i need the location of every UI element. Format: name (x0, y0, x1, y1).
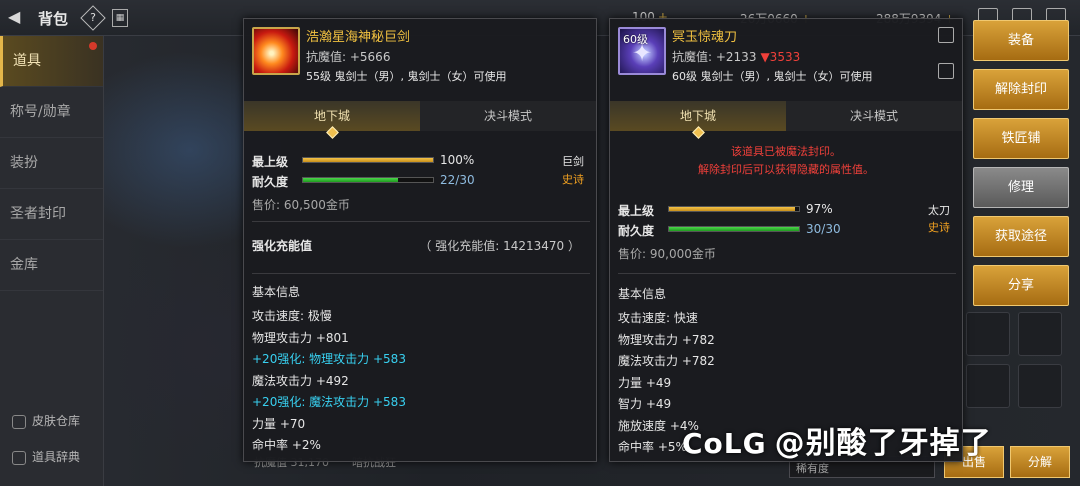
notification-dot (89, 42, 97, 50)
basic-info-heading: 基本信息 (618, 287, 667, 301)
durability-bar (668, 226, 800, 232)
inventory-slot[interactable] (1018, 312, 1062, 356)
book-icon (12, 450, 26, 465)
grade-percent: 100% (440, 153, 475, 167)
rarity-label: 史诗 (562, 173, 584, 186)
grade-label: 最上级 (618, 204, 655, 218)
sidebar-item-titles[interactable]: 称号/勋章 (0, 87, 103, 138)
divider (618, 273, 956, 274)
sidebar-item-items[interactable]: 道具 (0, 36, 103, 87)
stat-line: 魔法攻击力 +492 (252, 373, 349, 388)
colg-logo: CoLG (682, 427, 767, 460)
durability-label: 耐久度 (252, 175, 289, 189)
tab-pvp[interactable]: 决斗模式 (420, 101, 596, 131)
sell-price: 售价: 60,500金币 (252, 198, 350, 212)
item-requirement: 60级 鬼剑士（男）, 鬼剑士（女）可使用 (672, 70, 873, 83)
stat-line: 命中率 +5% (618, 440, 687, 454)
divider (252, 273, 590, 274)
tab-dungeon[interactable]: 地下城 (610, 101, 786, 139)
tab-indicator-icon (692, 126, 705, 139)
item-dictionary-link[interactable]: 道具辞典 (12, 448, 80, 465)
skin-storage-link[interactable]: 皮肤仓库 (12, 412, 80, 429)
tab-dungeon[interactable]: 地下城 (244, 101, 420, 139)
item-name: 冥玉惊魂刀 (672, 30, 738, 45)
basic-info-heading: 基本信息 (252, 285, 301, 299)
unseal-button[interactable]: 解除封印 (973, 69, 1069, 110)
stat-line: +20强化: 魔法攻击力 +583 (252, 395, 406, 409)
inventory-slot[interactable] (966, 312, 1010, 356)
blade-glyph-icon: ✦ (632, 39, 653, 67)
stat-line: 攻击速度: 快速 (618, 311, 698, 325)
item-actions: 装备 解除封印 铁匠铺 修理 获取途径 分享 (973, 20, 1069, 314)
wardrobe-icon (12, 414, 26, 429)
katana-icon: 60级 ✦ (618, 27, 666, 75)
durability-value: 30/30 (806, 222, 841, 236)
stat-line: 魔法攻击力 +782 (618, 354, 715, 368)
stat-line: 智力 +49 (618, 397, 672, 411)
equip-button[interactable]: 装备 (973, 20, 1069, 61)
stat-line: 命中率 +2% (252, 438, 321, 452)
watermark-text: @别酸了牙掉了 (774, 426, 992, 461)
weapon-type: 巨剑 (562, 155, 584, 168)
repair-button[interactable]: 修理 (973, 167, 1069, 208)
help-icon[interactable]: ? (80, 5, 106, 31)
grade-bar (668, 206, 800, 212)
obtain-source-button[interactable]: 获取途径 (973, 216, 1069, 257)
stat-line: 物理攻击力 +782 (618, 332, 715, 347)
tab-indicator-icon (326, 126, 339, 139)
seal-warning-line1: 该道具已被魔法封印。 (731, 145, 841, 158)
divider (252, 221, 590, 222)
magic-resist: 抗魔值: +5666 (306, 50, 391, 64)
sidebar-item-avatar[interactable]: 装扮 (0, 138, 103, 189)
share-button[interactable]: 分享 (973, 265, 1069, 306)
grade-label: 最上级 (252, 155, 289, 169)
item-tooltip-equipped: 浩瀚星海神秘巨剑 抗魔值: +5666 55级 鬼剑士（男）, 鬼剑士（女）可使… (243, 18, 597, 462)
reinforce-value: （ 强化充能值: 14213470 ） (419, 239, 580, 253)
durability-value: 22/30 (440, 173, 475, 187)
durability-label: 耐久度 (618, 224, 655, 238)
durability-bar (302, 177, 434, 183)
item-name: 浩瀚星海神秘巨剑 (306, 30, 411, 45)
magic-resist: 抗魔值: +2133 ▼3533 (672, 50, 801, 64)
stat-line: +20强化: 物理攻击力 +583 (252, 352, 406, 366)
back-arrow-icon[interactable]: ◀ (8, 7, 20, 26)
blacksmith-button[interactable]: 铁匠铺 (973, 118, 1069, 159)
resist-diff: ▼3533 (760, 50, 801, 64)
inventory-slot[interactable] (966, 364, 1010, 408)
sidebar-item-seals[interactable]: 圣者封印 (0, 189, 103, 240)
greatsword-icon (252, 27, 300, 75)
reinforce-label: 强化充能值 (252, 239, 313, 253)
stat-line: 力量 +49 (618, 375, 672, 390)
grade-bar (302, 157, 434, 163)
lock-icon[interactable] (938, 63, 954, 79)
sell-price: 售价: 90,000金币 (618, 247, 716, 261)
stat-line: 攻击速度: 极慢 (252, 309, 332, 323)
inventory-slot[interactable] (1018, 364, 1062, 408)
sidebar: 道具 称号/勋章 装扮 圣者封印 金库 皮肤仓库 道具辞典 (0, 36, 104, 486)
decompose-button[interactable]: 分解 (1010, 446, 1070, 478)
seal-warning-line2: 解除封印后可以获得隐藏的属性值。 (698, 163, 874, 176)
stat-line: 物理攻击力 +801 (252, 330, 349, 345)
share-corner-icon[interactable] (938, 27, 954, 43)
mode-tabs: 地下城 决斗模式 (244, 101, 596, 139)
rarity-label: 史诗 (928, 221, 950, 234)
mode-tabs: 地下城 决斗模式 (610, 101, 962, 139)
sidebar-item-vault[interactable]: 金库 (0, 240, 103, 291)
grade-percent: 97% (806, 202, 833, 216)
item-tooltip-compare: 60级 ✦ 冥玉惊魂刀 抗魔值: +2133 ▼3533 60级 鬼剑士（男）, … (609, 18, 963, 462)
weapon-type: 太刀 (928, 204, 950, 217)
calendar-icon[interactable]: ▦ (112, 9, 128, 27)
stat-line: 力量 +70 (252, 416, 306, 431)
tab-pvp[interactable]: 决斗模式 (786, 101, 962, 131)
item-requirement: 55级 鬼剑士（男）, 鬼剑士（女）可使用 (306, 70, 507, 83)
page-title: 背包 (38, 10, 69, 28)
watermark: CoLG @别酸了牙掉了 (682, 418, 992, 462)
